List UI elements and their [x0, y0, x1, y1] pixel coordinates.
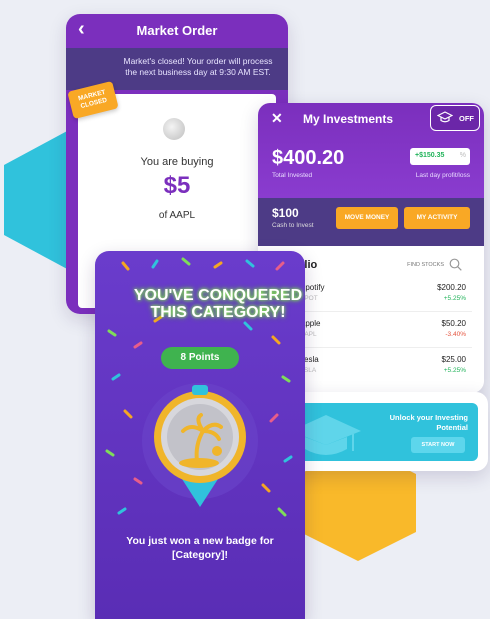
profit-loss-value: +$150.35: [415, 152, 445, 159]
profit-loss-pill: +$150.35 %: [410, 148, 470, 165]
market-order-title: Market Order: [136, 23, 218, 38]
conquered-title-line2: THIS CATEGORY!: [150, 304, 286, 321]
conquered-title-line1: YOU'VE CONQUERED: [133, 287, 303, 304]
toggle-label: OFF: [459, 114, 474, 123]
order-stock-label: of AAPL: [158, 210, 196, 221]
stock-price: $200.20: [437, 283, 466, 292]
cash-bar: $100 Cash to Invest MOVE MONEY MY ACTIVI…: [258, 198, 484, 246]
total-invested-amount: $400.20: [272, 147, 345, 169]
search-icon[interactable]: [449, 258, 462, 271]
info-icon: %: [459, 152, 466, 159]
learning-mode-toggle[interactable]: OFF: [430, 105, 480, 131]
unlock-text: Unlock your Investing Potential: [358, 413, 468, 433]
unlock-banner: Unlock your Investing Potential START NO…: [285, 403, 478, 461]
unlock-text-line2: Potential: [436, 423, 468, 432]
badge-message: You just won a new badge for [Category]!: [109, 534, 291, 562]
unlock-potential-card: Unlock your Investing Potential START NO…: [273, 392, 488, 471]
badge-message-line1: You just won a new badge for: [126, 535, 274, 547]
start-now-button[interactable]: START NOW: [411, 437, 465, 453]
palm-tree-medal-icon: [142, 383, 258, 507]
investments-header: ✕ My Investments OFF $400.20 Total Inves…: [258, 103, 484, 198]
order-amount: $5: [163, 172, 191, 199]
points-badge: 8 Points: [161, 347, 239, 369]
graduation-cap-icon: [437, 111, 453, 123]
stock-change: +5.25%: [443, 295, 466, 302]
buying-label: You are buying: [140, 156, 214, 168]
stock-price: $25.00: [441, 355, 466, 364]
move-money-button[interactable]: MOVE MONEY: [336, 207, 398, 229]
cash-label: Cash to Invest: [272, 222, 314, 229]
stock-price: $50.20: [441, 319, 466, 328]
badge-message-line2: [Category]!: [171, 549, 228, 561]
stock-logo-placeholder: [163, 118, 185, 140]
unlock-text-line1: Unlock your Investing: [389, 413, 468, 422]
cash-amount: $100: [272, 206, 299, 220]
investments-title: My Investments: [302, 112, 394, 126]
profit-loss-label: Last day profit/loss: [415, 172, 470, 179]
conquered-title: YOU'VE CONQUERED THIS CATEGORY!: [103, 287, 305, 321]
total-invested-label: Total Invested: [272, 172, 313, 179]
market-order-header: ‹ Market Order: [66, 14, 288, 48]
category-conquered-card: YOU'VE CONQUERED THIS CATEGORY! 8 Points…: [95, 251, 305, 619]
my-activity-button[interactable]: MY ACTIVITY: [404, 207, 470, 229]
find-stocks-link[interactable]: FIND STOCKS: [407, 262, 444, 268]
stock-change: +5.25%: [443, 367, 466, 374]
stock-change: -3.40%: [445, 331, 466, 338]
